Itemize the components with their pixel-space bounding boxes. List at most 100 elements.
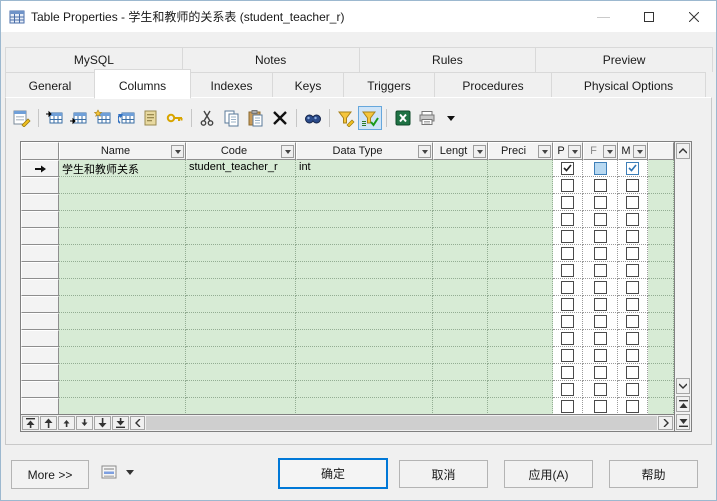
- cell-precision[interactable]: [488, 313, 553, 330]
- checkbox[interactable]: [561, 195, 574, 209]
- checkbox[interactable]: [561, 297, 574, 311]
- checkbox[interactable]: [593, 229, 607, 243]
- cell-length[interactable]: [433, 381, 488, 398]
- cell-primary[interactable]: [553, 245, 583, 262]
- apply-button[interactable]: 应用(A): [504, 460, 593, 488]
- column-filter-dropdown-icon[interactable]: [171, 144, 184, 158]
- cell-mandatory[interactable]: [618, 160, 648, 177]
- move-up-many-button[interactable]: [40, 416, 57, 430]
- column-header-lengt[interactable]: Lengt: [433, 142, 488, 160]
- cell-length[interactable]: [433, 194, 488, 211]
- cell-code[interactable]: student_teacher_r: [186, 160, 296, 177]
- cell-data-type[interactable]: [296, 245, 433, 262]
- cell-primary[interactable]: [553, 262, 583, 279]
- checkbox[interactable]: [593, 212, 607, 226]
- cell-primary[interactable]: [553, 211, 583, 228]
- new-row-icon[interactable]: [91, 106, 115, 130]
- cell-length[interactable]: [433, 245, 488, 262]
- cell-foreign[interactable]: [583, 313, 618, 330]
- cell-code[interactable]: [186, 211, 296, 228]
- sheet-menu-button[interactable]: [101, 464, 134, 480]
- checkbox[interactable]: [626, 297, 639, 311]
- cell-primary[interactable]: [553, 398, 583, 414]
- cell-data-type[interactable]: [296, 347, 433, 364]
- cell-foreign[interactable]: [583, 398, 618, 414]
- column-header-data-type[interactable]: Data Type: [296, 142, 433, 160]
- copy-icon[interactable]: [220, 106, 244, 130]
- row-selector[interactable]: [21, 364, 59, 381]
- scroll-left-button[interactable]: [130, 416, 145, 430]
- minimize-button[interactable]: —: [581, 1, 626, 32]
- checkbox[interactable]: [626, 280, 639, 294]
- cell-data-type[interactable]: [296, 177, 433, 194]
- cell-name[interactable]: [59, 313, 186, 330]
- cell-data-type[interactable]: [296, 313, 433, 330]
- insert-row-icon[interactable]: [43, 106, 67, 130]
- cell-code[interactable]: [186, 296, 296, 313]
- maximize-button[interactable]: [626, 1, 671, 32]
- checkbox[interactable]: [626, 314, 639, 328]
- cell-length[interactable]: [433, 228, 488, 245]
- cell-code[interactable]: [186, 245, 296, 262]
- cell-foreign[interactable]: [583, 245, 618, 262]
- find-icon[interactable]: [301, 106, 325, 130]
- cell-code[interactable]: [186, 194, 296, 211]
- checkbox[interactable]: [561, 280, 574, 294]
- checkbox[interactable]: [593, 246, 607, 260]
- row-selector[interactable]: [21, 160, 59, 177]
- column-filter-dropdown-icon[interactable]: [473, 144, 486, 158]
- cell-length[interactable]: [433, 398, 488, 414]
- checkbox[interactable]: [561, 365, 574, 379]
- cell-mandatory[interactable]: [618, 398, 648, 414]
- checkbox[interactable]: [626, 161, 639, 175]
- cell-foreign[interactable]: [583, 194, 618, 211]
- row-selector[interactable]: [21, 381, 59, 398]
- checkbox[interactable]: [561, 314, 574, 328]
- cell-precision[interactable]: [488, 279, 553, 296]
- checkbox[interactable]: [561, 399, 574, 413]
- cell-code[interactable]: [186, 177, 296, 194]
- cell-name[interactable]: 学生和教师关系: [59, 160, 186, 177]
- checkbox[interactable]: [593, 263, 607, 277]
- cell-mandatory[interactable]: [618, 347, 648, 364]
- checkbox[interactable]: [626, 178, 639, 192]
- checkbox[interactable]: [593, 280, 607, 294]
- cell-data-type[interactable]: [296, 211, 433, 228]
- cell-length[interactable]: [433, 364, 488, 381]
- move-down-button[interactable]: [76, 416, 93, 430]
- cell-data-type[interactable]: [296, 279, 433, 296]
- checkbox[interactable]: [626, 229, 639, 243]
- checkbox[interactable]: [561, 178, 574, 192]
- cell-data-type[interactable]: int: [296, 160, 433, 177]
- close-button[interactable]: [671, 1, 716, 32]
- cell-primary[interactable]: [553, 381, 583, 398]
- cell-length[interactable]: [433, 262, 488, 279]
- cell-data-type[interactable]: [296, 228, 433, 245]
- cell-primary[interactable]: [553, 296, 583, 313]
- checkbox[interactable]: [626, 263, 639, 277]
- column-filter-dropdown-icon[interactable]: [538, 144, 551, 158]
- cell-code[interactable]: [186, 347, 296, 364]
- cell-code[interactable]: [186, 330, 296, 347]
- cell-data-type[interactable]: [296, 296, 433, 313]
- checkbox[interactable]: [561, 212, 574, 226]
- column-filter-dropdown-icon[interactable]: [603, 144, 616, 158]
- print-icon[interactable]: [415, 106, 439, 130]
- cell-mandatory[interactable]: [618, 262, 648, 279]
- scroll-down-button[interactable]: [676, 378, 690, 394]
- cell-data-type[interactable]: [296, 381, 433, 398]
- cell-foreign[interactable]: [583, 177, 618, 194]
- paste-icon[interactable]: [244, 106, 268, 130]
- column-header-preci[interactable]: Preci: [488, 142, 553, 160]
- cell-data-type[interactable]: [296, 398, 433, 414]
- note-icon[interactable]: [139, 106, 163, 130]
- column-header-f[interactable]: F: [583, 142, 618, 160]
- cell-mandatory[interactable]: [618, 245, 648, 262]
- checkbox[interactable]: [626, 212, 639, 226]
- scroll-right-button[interactable]: [658, 416, 673, 430]
- checkbox[interactable]: [593, 331, 607, 345]
- cell-precision[interactable]: [488, 347, 553, 364]
- cell-precision[interactable]: [488, 228, 553, 245]
- help-button[interactable]: 帮助: [609, 460, 698, 488]
- checkbox[interactable]: [626, 246, 639, 260]
